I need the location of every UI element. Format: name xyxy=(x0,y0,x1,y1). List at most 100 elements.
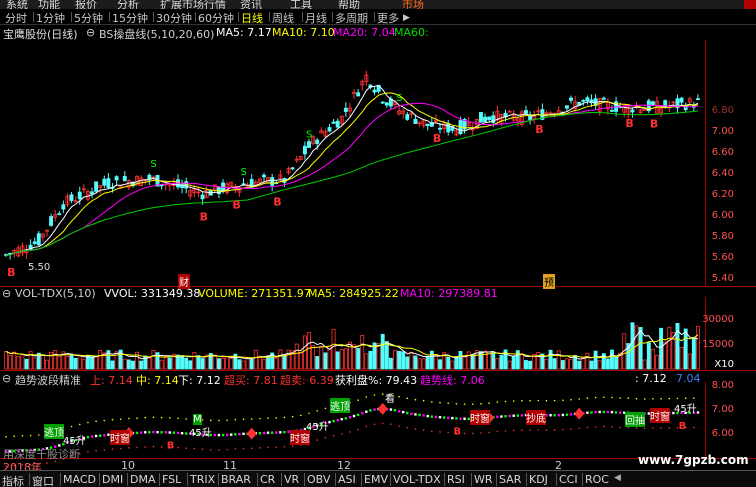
buy-signal: B xyxy=(535,123,543,136)
trend-dot xyxy=(164,431,167,434)
annot-bottom: 抄底 xyxy=(526,410,546,425)
volume-bar xyxy=(679,346,684,370)
price-tick: 6.20 xyxy=(711,189,734,200)
volume-bar xyxy=(122,358,127,370)
volume-bar xyxy=(376,343,381,370)
tab-indicator[interactable]: 指标 xyxy=(2,473,24,487)
oversell-band-dot xyxy=(668,427,671,429)
tab-brar[interactable]: BRAR xyxy=(221,473,251,486)
volume-bar xyxy=(655,355,659,370)
tab-fsl[interactable]: FSL xyxy=(162,473,181,486)
overbuy-band-dot xyxy=(78,423,81,426)
oversell-band-dot xyxy=(332,434,335,437)
oversell-band-dot xyxy=(316,439,319,441)
overbuy-band-dot xyxy=(455,402,458,405)
overbuy-band-dot xyxy=(480,402,482,405)
volume-bar xyxy=(536,352,541,370)
trend-dot xyxy=(459,417,462,420)
tab-dmi[interactable]: DMI xyxy=(102,473,123,486)
trend-tick: 6.00 xyxy=(711,428,734,439)
tab-cr[interactable]: CR xyxy=(260,473,275,486)
volume-bar xyxy=(556,350,561,370)
tab-vol-tdx[interactable]: VOL-TDX xyxy=(393,473,441,486)
vol-indicator-name[interactable]: VOL-TDX(5,10) xyxy=(15,287,96,300)
candle-body xyxy=(94,181,99,192)
trend-dot xyxy=(447,416,450,420)
annot-rise: 45升 xyxy=(674,404,697,415)
trend-indicator-name[interactable]: 趋势波段精准 xyxy=(15,372,81,388)
trend-right-value2: 7.04 xyxy=(676,372,701,385)
volume-bar xyxy=(405,356,410,370)
oversell-band-dot xyxy=(488,431,490,434)
candle-body xyxy=(585,97,590,101)
trend-dot xyxy=(496,415,499,419)
tab-vr[interactable]: VR xyxy=(284,473,299,486)
tab-wr[interactable]: WR xyxy=(474,473,493,486)
oversell-band-dot xyxy=(324,436,327,439)
trend-dot xyxy=(336,419,339,422)
volume-bar xyxy=(544,358,549,370)
divider xyxy=(127,473,128,486)
tab-rsi[interactable]: RSI xyxy=(447,473,465,486)
oversell-band-dot xyxy=(431,430,433,433)
overbuy-band-dot xyxy=(545,399,548,402)
volume-bar xyxy=(368,350,373,370)
buy-signal: B xyxy=(433,132,441,145)
forecast-marker[interactable]: 预 xyxy=(543,274,555,289)
overbuy-band-dot xyxy=(308,412,310,415)
candle-body xyxy=(425,123,430,126)
overbuy-band-dot xyxy=(562,399,564,402)
oversell-band-dot xyxy=(570,428,572,430)
overbuy-band-dot xyxy=(660,398,662,400)
volume-bar xyxy=(695,326,700,370)
tab-emv[interactable]: EMV xyxy=(364,473,388,486)
oversell-band-dot xyxy=(553,429,556,431)
indicator-tabs: 指标 窗口 MACD DMI DMA FSL TRIX BRAR CR VR O… xyxy=(0,470,756,487)
overbuy-band-dot xyxy=(521,399,523,402)
volume-bar xyxy=(450,360,455,370)
tab-roc[interactable]: ROC xyxy=(585,473,609,486)
oversell-band-dot xyxy=(480,432,482,434)
volume-bar xyxy=(421,358,426,370)
trendline-value: 趋势线: 7.06 xyxy=(420,374,485,387)
candle-body xyxy=(569,97,573,101)
volume-bar xyxy=(663,341,668,370)
volume-bar xyxy=(646,342,651,370)
volume-bar xyxy=(221,358,225,370)
vol-collapse-icon[interactable]: ⊖ xyxy=(2,287,11,300)
tab-trix[interactable]: TRIX xyxy=(190,473,215,486)
tab-sar[interactable]: SAR xyxy=(499,473,521,486)
trend-dot xyxy=(557,413,560,417)
volume-bar xyxy=(589,360,594,370)
scroll-left-icon[interactable]: ◀ xyxy=(614,473,621,483)
oversell-band-dot xyxy=(594,426,597,428)
volume-bar xyxy=(151,349,156,370)
tab-dma[interactable]: DMA xyxy=(130,473,156,486)
candle-body xyxy=(331,121,336,124)
trend-dot xyxy=(361,412,364,415)
oversell-band-dot xyxy=(250,447,253,450)
tab-cci[interactable]: CCI xyxy=(559,473,578,486)
trend-dot xyxy=(144,431,147,434)
oversell-band-dot xyxy=(152,445,155,448)
overbuy-band-dot xyxy=(578,398,581,400)
trend-dot xyxy=(508,414,511,418)
overbuy-band-dot xyxy=(13,435,16,438)
tab-kdj[interactable]: KDJ xyxy=(529,473,548,486)
volume-bar xyxy=(458,350,463,370)
trend-collapse-icon[interactable]: ⊖ xyxy=(2,372,11,385)
candle-body xyxy=(36,233,41,246)
overbuy-band-dot xyxy=(594,396,597,399)
volume-bar xyxy=(413,355,418,370)
volume-bar xyxy=(85,355,90,370)
volume-value: VOLUME: 271351.97 xyxy=(198,287,311,300)
trend-dot xyxy=(356,413,360,417)
divider xyxy=(556,473,557,486)
tab-macd[interactable]: MACD xyxy=(63,473,96,486)
sell-signal: S xyxy=(396,93,402,104)
tab-obv[interactable]: OBV xyxy=(307,473,330,486)
tab-asi[interactable]: ASI xyxy=(338,473,356,486)
volume-bar xyxy=(188,360,193,370)
tab-window[interactable]: 窗口 xyxy=(32,473,54,487)
volume-bar xyxy=(12,351,17,370)
